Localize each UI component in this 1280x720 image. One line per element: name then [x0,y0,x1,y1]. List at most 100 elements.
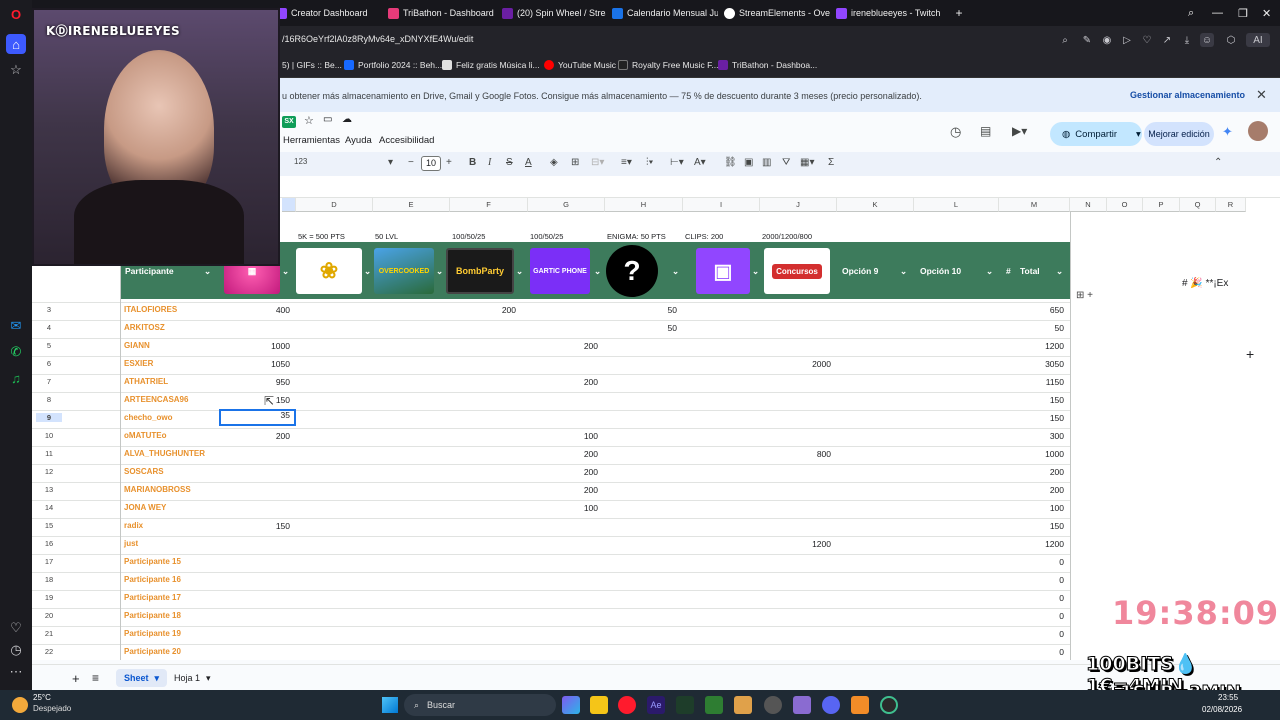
rule-cell[interactable]: 5K = 500 PTS [298,232,345,241]
option10-header[interactable]: Opción 10 [920,266,961,276]
total-cell[interactable]: 0 [1004,557,1064,567]
close-icon[interactable]: ✕ [1256,87,1267,103]
fill-color-icon[interactable]: ◈ [550,157,558,168]
row-header[interactable]: 13 [36,485,62,494]
history-icon[interactable]: ◷ [6,640,26,660]
heart-icon[interactable]: ♡ [6,618,26,638]
chevron-down-icon[interactable]: ⌄ [594,266,601,277]
comment-icon[interactable]: ▣ [744,157,753,168]
row-header[interactable]: 14 [36,503,62,512]
participant-name-cell[interactable]: ALVA_THUGHUNTER [124,449,205,458]
rule-cell[interactable]: 100/50/25 [530,232,563,241]
italic-icon[interactable]: I [488,157,491,168]
after-effects-icon[interactable]: Ae [647,696,665,714]
points-cell[interactable]: 100 [538,503,598,513]
app-icon[interactable] [793,696,811,714]
total-cell[interactable]: 100 [1004,503,1064,513]
merge-cells-icon[interactable]: ⊟▾ [591,157,604,168]
column-header[interactable]: H [605,198,683,212]
align-icon[interactable]: ≡▾ [621,157,632,168]
column-header[interactable]: R [1216,198,1246,212]
participant-name-cell[interactable]: JONA WEY [124,503,166,512]
bookmark-portfolio[interactable]: Portfolio 2024 :: Beh... [344,60,442,70]
file-explorer-icon[interactable] [590,696,608,714]
tab-creator-dashboard[interactable]: Creator Dashboard [276,4,380,22]
increase-font-icon[interactable]: + [446,157,452,168]
opera-logo-icon[interactable]: O [6,4,26,24]
valign-icon[interactable]: ⫶▾ [646,157,653,168]
points-cell[interactable]: 1050 [230,359,290,369]
taskbar-date[interactable]: 02/08/2026 [1202,705,1242,714]
chevron-down-icon[interactable]: ⌄ [672,266,679,277]
participant-name-cell[interactable]: MARIANOBROSS [124,485,191,494]
borders-icon[interactable]: ⊞ [571,157,579,168]
rule-cell[interactable]: 50 LVL [375,232,398,241]
bookmark-gifs[interactable]: 5) | GIFs :: Be... [282,60,342,70]
row-header[interactable]: 6 [36,359,62,368]
chevron-down-icon[interactable]: ⌄ [752,266,759,277]
number-format-icon[interactable]: 123 [294,157,307,166]
manage-storage-link[interactable]: Gestionar almacenamiento [1130,90,1245,100]
chevron-down-icon[interactable]: ⌄ [986,266,993,277]
share-icon[interactable]: ↗ [1160,33,1174,47]
participant-name-cell[interactable]: oMATUTEo [124,431,167,440]
strikethrough-icon[interactable]: S [506,157,513,168]
chevron-down-icon[interactable]: ⌄ [364,266,371,277]
total-cell[interactable]: 650 [1004,305,1064,315]
rule-cell[interactable]: 2000/1200/800 [762,232,812,241]
better-edit-button[interactable]: Mejorar edición [1144,122,1214,146]
participant-name-cell[interactable]: Participante 20 [124,647,181,656]
row-header[interactable]: 22 [36,647,62,656]
cloud-status-icon[interactable]: ☁ [342,114,352,125]
more-icon[interactable]: ⋯ [6,662,26,682]
weather-desc[interactable]: Despejado [33,704,71,713]
participant-name-cell[interactable]: GIANN [124,341,150,350]
discord-icon[interactable] [822,696,840,714]
column-header[interactable]: I [683,198,760,212]
row-header[interactable]: 9 [36,413,62,422]
comments-icon[interactable]: ▤ [980,124,991,138]
row-header[interactable]: 5 [36,341,62,350]
total-cell[interactable]: 0 [1004,629,1064,639]
bookmark-feliz[interactable]: Feliz gratis Música li... [442,60,540,70]
download-icon[interactable]: ⤓ [1180,33,1194,47]
points-cell[interactable]: 150 [230,521,290,531]
text-color-icon[interactable]: A [525,157,532,168]
selected-cell[interactable] [219,409,296,426]
taskbar-time[interactable]: 23:55 [1218,693,1238,702]
total-cell[interactable]: 0 [1004,647,1064,657]
filter-icon[interactable]: ⛛ [782,157,790,168]
chart-icon[interactable]: ▥ [762,157,771,168]
row-header[interactable]: 15 [36,521,62,530]
row-header[interactable]: 21 [36,629,62,638]
filter-views-icon[interactable]: ▦▾ [800,157,814,168]
opera-icon[interactable] [618,696,636,714]
row-header[interactable]: 16 [36,539,62,548]
avatar[interactable] [1248,121,1268,141]
row-header[interactable]: 12 [36,467,62,476]
total-cell[interactable]: 1200 [1004,341,1064,351]
chevron-down-icon[interactable]: ⌄ [436,266,443,277]
star-icon[interactable]: ☆ [6,60,26,80]
heart-icon[interactable]: ♡ [1140,33,1154,47]
total-cell[interactable]: 0 [1004,575,1064,585]
menu-herramientas[interactable]: Herramientas [283,135,340,146]
row-header[interactable]: 3 [36,305,62,314]
rule-cell[interactable]: 100/50/25 [452,232,485,241]
column-header[interactable]: E [373,198,450,212]
tab-tribathon[interactable]: TriBathon - Dashboard [388,4,496,22]
participant-name-cell[interactable]: ARKITOSZ [124,323,165,332]
menu-ayuda[interactable]: Ayuda [345,135,372,146]
app-icon[interactable] [764,696,782,714]
participant-name-cell[interactable]: just [124,539,138,548]
home-icon[interactable]: ⌂ [6,34,26,54]
copilot-icon[interactable] [562,696,580,714]
points-cell[interactable]: 1200 [771,539,831,549]
table-settings-icon[interactable]: ⊞ + [1076,290,1093,301]
participant-name-cell[interactable]: Participante 18 [124,611,181,620]
app-icon[interactable] [705,696,723,714]
sheet-tab-active[interactable]: Sheet ▾ [116,669,168,687]
points-cell[interactable]: 2000 [771,359,831,369]
total-cell[interactable]: 150 [1004,395,1064,405]
column-header[interactable]: N [1070,198,1107,212]
